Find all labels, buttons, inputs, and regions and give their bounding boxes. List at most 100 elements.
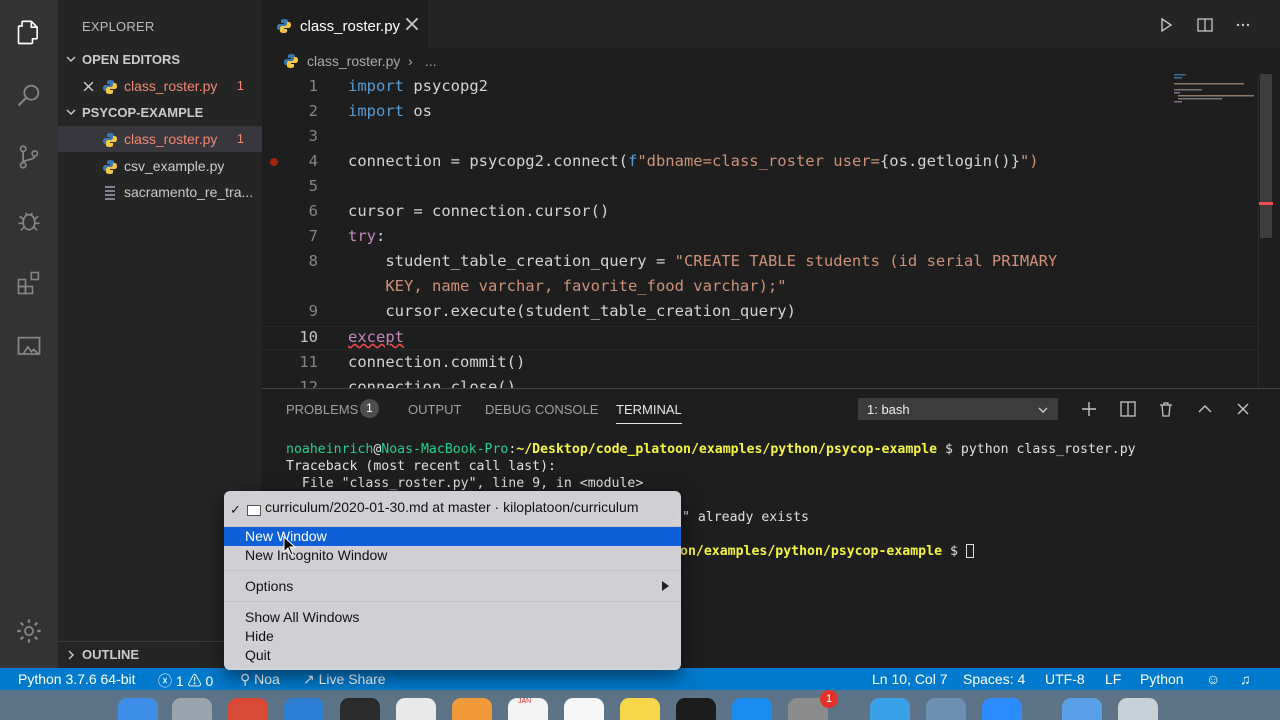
editor-scrollbar[interactable] [1258, 74, 1273, 388]
breadcrumb-symbol[interactable]: ... [425, 53, 437, 69]
tab-debug-console[interactable]: DEBUG CONSOLE [485, 402, 598, 417]
menu-item-show-all-windows[interactable]: Show All Windows [224, 608, 681, 627]
file-lines-icon [105, 186, 115, 200]
launchpad-app-icon[interactable] [172, 698, 212, 720]
python-file-icon [103, 133, 117, 147]
files-icon[interactable] [14, 18, 44, 48]
music-app-icon[interactable] [676, 698, 716, 720]
minimap[interactable] [1172, 74, 1258, 134]
notes-app-icon[interactable] [620, 698, 660, 720]
menu-item-hide[interactable]: Hide [224, 627, 681, 646]
line-number: 11 [299, 353, 318, 371]
menu-item-label: Options [245, 578, 294, 594]
close-icon[interactable] [83, 81, 94, 92]
close-icon[interactable] [405, 17, 419, 31]
chevron-up-icon[interactable] [1196, 400, 1214, 418]
line-number-active: 10 [299, 328, 318, 346]
new-terminal-icon[interactable] [1080, 400, 1098, 418]
menu-item-options[interactable]: Options [224, 577, 681, 596]
docker-app-icon[interactable] [870, 698, 910, 720]
menu-separator [224, 570, 681, 571]
terminal-cursor [965, 544, 974, 558]
breadcrumb-file[interactable]: class_roster.py [307, 53, 400, 69]
tab-class-roster[interactable]: class_roster.py [262, 0, 428, 48]
reminders-app-icon[interactable] [564, 698, 604, 720]
preview-app-icon[interactable] [926, 698, 966, 720]
language-mode[interactable]: Python [1140, 671, 1184, 687]
code-line: connection = psycopg2.connect(f"dbname=c… [348, 152, 1039, 170]
chrome-app-icon[interactable] [228, 698, 268, 720]
python-file-icon [103, 160, 117, 174]
encoding[interactable]: UTF-8 [1045, 671, 1085, 687]
menu-item-label: Quit [245, 647, 271, 663]
editor-tab-bar: class_roster.py [262, 0, 1280, 48]
file-name: csv_example.py [124, 158, 225, 174]
calendar-month: JAN [518, 698, 532, 705]
zoom-app-icon[interactable] [982, 698, 1022, 720]
close-panel-icon[interactable] [1234, 400, 1252, 418]
terminal-prompt-line: on/examples/python/psycop-example $ [680, 544, 974, 559]
user-name: Noa [254, 671, 280, 687]
notifications-bell-icon[interactable]: ♫ [1240, 671, 1251, 687]
scrollbar-thumb[interactable] [1260, 74, 1272, 238]
current-line-highlight [262, 326, 1272, 350]
code-editor[interactable]: 1 2 3 4 5 6 7 8 9 10 11 12 import psycop… [262, 74, 1272, 388]
split-editor-icon[interactable] [1197, 17, 1213, 33]
search-icon[interactable] [14, 80, 44, 110]
line-number: 1 [308, 77, 318, 95]
tab-output[interactable]: OUTPUT [408, 402, 461, 417]
calendar-app-icon[interactable]: JAN [508, 698, 548, 720]
downloads-folder-icon[interactable] [1062, 698, 1102, 720]
line-number: 8 [308, 252, 318, 270]
finder-app-icon[interactable] [118, 698, 158, 720]
cursor-position[interactable]: Ln 10, Col 7 [872, 671, 948, 687]
warning-icon: ⚠ [187, 673, 202, 689]
tab-problems[interactable]: PROBLEMS [286, 402, 358, 417]
line-number: 2 [308, 102, 318, 120]
trash-app-icon[interactable] [1118, 698, 1158, 720]
menu-item-quit[interactable]: Quit [224, 646, 681, 665]
trash-icon[interactable] [1157, 400, 1175, 418]
photos-app-icon[interactable] [452, 698, 492, 720]
open-editor-filename: class_roster.py [124, 78, 218, 94]
tab-terminal[interactable]: TERMINAL [616, 402, 682, 424]
source-control-icon[interactable] [14, 142, 44, 172]
menu-item-window[interactable]: ✓ curriculum/2020-01-30.md at master · k… [224, 496, 681, 520]
code-line: import psycopg2 [348, 77, 488, 95]
indentation[interactable]: Spaces: 4 [963, 671, 1025, 687]
python-interpreter[interactable]: Python 3.7.6 64-bit [18, 671, 136, 687]
menu-item-label: New Incognito Window [245, 547, 388, 563]
terminal-app-icon[interactable] [340, 698, 380, 720]
outline-label: OUTLINE [82, 647, 140, 662]
code-line: try: [348, 227, 386, 245]
project-section[interactable]: PSYCOP-EXAMPLE [58, 102, 262, 124]
live-share-label: Live Share [318, 671, 386, 687]
debug-icon[interactable] [14, 206, 44, 236]
mouse-pointer-icon [283, 536, 297, 556]
vscode-app-icon[interactable] [284, 698, 324, 720]
file-item-sacramento[interactable]: sacramento_re_tra... [58, 179, 262, 205]
terminal-output[interactable]: noaheinrich@Noas-MacBook-Pro:~/Desktop/c… [286, 441, 1136, 492]
open-editor-item[interactable]: class_roster.py 1 [58, 73, 262, 99]
more-actions-icon[interactable] [1235, 17, 1251, 33]
feedback-smiley-icon[interactable]: ☺ [1206, 671, 1220, 687]
live-share-user[interactable]: ⚲ Noa [240, 671, 280, 688]
remote-explorer-icon[interactable] [14, 332, 44, 362]
terminal-selector[interactable]: 1: bash [858, 398, 1058, 420]
run-icon[interactable] [1158, 17, 1174, 33]
app-store-icon[interactable] [732, 698, 772, 720]
slack-app-icon[interactable] [396, 698, 436, 720]
code-line: student_table_creation_query = "CREATE T… [385, 252, 1058, 270]
submenu-arrow-icon [662, 581, 669, 591]
code-line: connection.commit() [348, 353, 526, 371]
file-item-class-roster[interactable]: class_roster.py 1 [58, 126, 262, 152]
open-editors-section[interactable]: OPEN EDITORS [58, 49, 262, 71]
file-name: sacramento_re_tra... [124, 184, 254, 200]
problems-status[interactable]: ⓧ 1 ⚠ 0 [158, 671, 213, 691]
file-item-csv-example[interactable]: csv_example.py [58, 153, 262, 179]
extensions-icon[interactable] [14, 268, 44, 298]
live-share-button[interactable]: ↗ Live Share [303, 671, 386, 688]
settings-gear-icon[interactable] [14, 616, 44, 646]
end-of-line[interactable]: LF [1105, 671, 1121, 687]
split-terminal-icon[interactable] [1119, 400, 1137, 418]
